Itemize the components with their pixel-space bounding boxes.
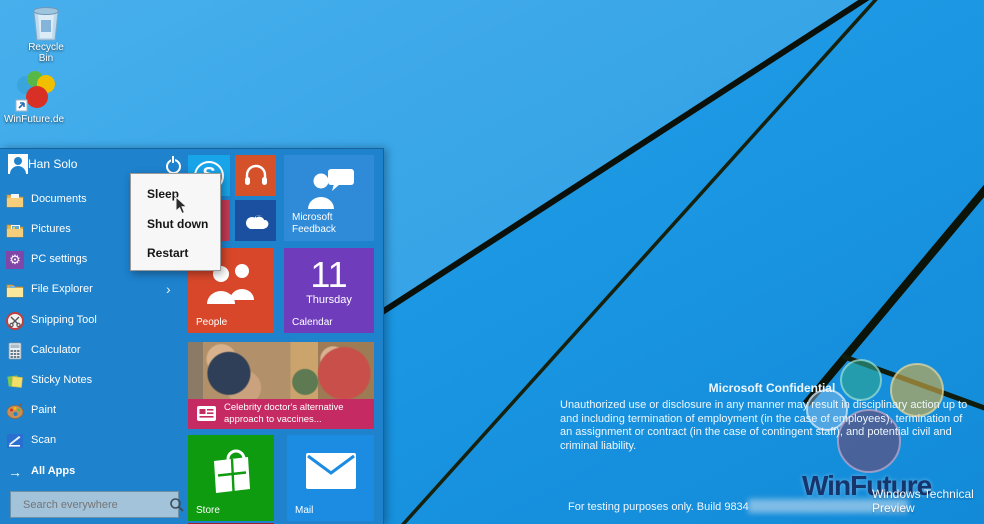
tile-store[interactable]: Store bbox=[188, 435, 274, 521]
calendar-day: 11 bbox=[310, 254, 348, 295]
confidential-line: an assignment or contract (in the case o… bbox=[560, 426, 952, 438]
avatar-body bbox=[10, 166, 26, 174]
headphones-icon bbox=[244, 164, 267, 185]
nav-label: PC settings bbox=[31, 253, 88, 265]
tile-news[interactable]: Celebrity doctor's alternative approach … bbox=[188, 342, 374, 429]
nav-label: Paint bbox=[31, 404, 57, 416]
winfuture-desktop-icon[interactable]: WinFuture.de bbox=[2, 70, 66, 125]
confidential-line: criminal liability. bbox=[560, 439, 637, 452]
calendar-weekday: Thursday bbox=[306, 294, 352, 306]
nav-item-paint[interactable]: Paint bbox=[0, 400, 185, 424]
nav-item-sticky-notes[interactable]: Sticky Notes bbox=[0, 370, 185, 394]
power-context-menu: Sleep Shut down Restart bbox=[130, 173, 221, 271]
news-photo bbox=[188, 342, 374, 399]
winfuture-shortcut-icon bbox=[15, 71, 55, 112]
tile-onedrive[interactable] bbox=[235, 200, 276, 241]
news-icon bbox=[197, 406, 216, 421]
menu-item-restart[interactable]: Restart bbox=[131, 240, 220, 266]
calculator-icon bbox=[8, 342, 22, 360]
build-watermark: For testing purposes only. Build 9834 bbox=[568, 501, 749, 513]
nav-item-file-explorer[interactable]: File Explorer › bbox=[0, 279, 185, 303]
tile-label: Calendar bbox=[292, 317, 333, 328]
documents-folder-icon bbox=[6, 194, 24, 208]
pictures-folder-icon bbox=[6, 224, 24, 238]
scan-icon bbox=[7, 434, 23, 448]
power-icon-stem bbox=[172, 156, 174, 163]
nav-label: Calculator bbox=[31, 344, 81, 356]
nav-label: Documents bbox=[31, 193, 87, 205]
recycle-bin-desktop-icon[interactable]: Recycle Bin bbox=[20, 4, 72, 64]
tile-label: Microsoft Feedback bbox=[292, 212, 336, 235]
desktop-icon-label: Recycle Bin bbox=[28, 42, 64, 64]
feedback-icon bbox=[308, 169, 354, 209]
confidential-title: Microsoft Confidential bbox=[708, 381, 836, 395]
user-name[interactable]: Han Solo bbox=[28, 157, 77, 171]
tile-label: People bbox=[196, 317, 228, 328]
recycle-bin-icon bbox=[33, 7, 59, 41]
news-headline: Celebrity doctor's alternative approach … bbox=[224, 402, 344, 425]
nav-label: Pictures bbox=[31, 223, 71, 235]
confidential-line: and including termination of employment … bbox=[560, 412, 963, 425]
paint-palette-icon bbox=[6, 402, 24, 419]
tile-microsoft-feedback[interactable]: Microsoft Feedback bbox=[284, 155, 374, 241]
store-bag-icon bbox=[214, 449, 250, 493]
user-avatar[interactable] bbox=[8, 154, 28, 174]
nav-label: Snipping Tool bbox=[31, 314, 97, 326]
news-caption-bar: Celebrity doctor's alternative approach … bbox=[188, 399, 374, 429]
submenu-chevron-icon: › bbox=[166, 281, 171, 297]
tile-mail[interactable]: Mail bbox=[287, 435, 374, 521]
sticky-notes-icon bbox=[7, 375, 23, 388]
nav-label: File Explorer bbox=[31, 283, 93, 295]
tile-music[interactable] bbox=[235, 155, 276, 196]
avatar-head bbox=[14, 157, 22, 165]
mouse-cursor bbox=[175, 196, 188, 215]
all-apps-button[interactable]: → All Apps bbox=[0, 461, 185, 485]
nav-label: Scan bbox=[31, 434, 57, 446]
search-input[interactable] bbox=[11, 498, 169, 511]
nav-label: Sticky Notes bbox=[31, 374, 93, 386]
tile-label: Mail bbox=[295, 505, 314, 516]
search-icon[interactable] bbox=[169, 497, 185, 513]
all-apps-arrow-icon: → bbox=[8, 464, 22, 480]
mail-envelope-icon bbox=[306, 453, 356, 489]
tile-calendar[interactable]: 11 Thursday Calendar bbox=[284, 248, 374, 333]
desktop: Recycle Bin WinFuture.de Microsoft Confi… bbox=[0, 0, 984, 524]
nav-item-calculator[interactable]: Calculator bbox=[0, 340, 185, 364]
nav-item-snipping-tool[interactable]: Snipping Tool bbox=[0, 310, 185, 334]
nav-item-scan[interactable]: Scan bbox=[0, 430, 185, 454]
search-box bbox=[10, 491, 184, 518]
technical-preview-watermark: Windows Technical Preview bbox=[872, 487, 974, 515]
onedrive-cloud-icon bbox=[245, 214, 268, 229]
confidential-notice: Microsoft Confidential Unauthorized use … bbox=[560, 381, 984, 453]
confidential-line: Unauthorized use or disclosure in any ma… bbox=[560, 399, 968, 411]
settings-gear-icon: ⚙ bbox=[6, 251, 24, 269]
snipping-tool-icon bbox=[6, 312, 24, 330]
all-apps-label: All Apps bbox=[31, 465, 76, 477]
tile-label: Store bbox=[196, 505, 220, 516]
file-explorer-icon bbox=[6, 284, 24, 298]
desktop-icon-label: WinFuture.de bbox=[3, 114, 65, 125]
